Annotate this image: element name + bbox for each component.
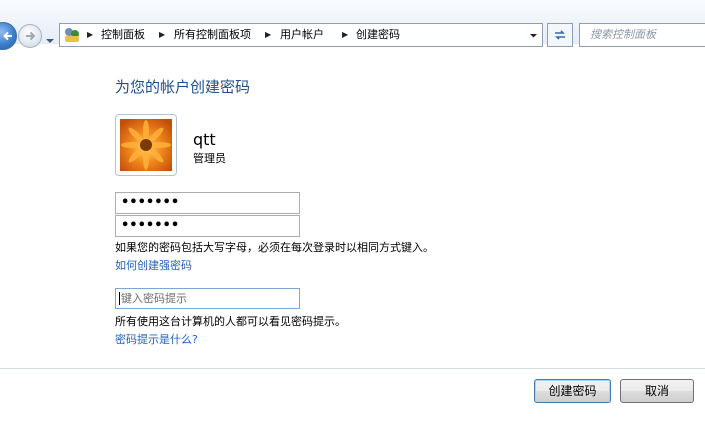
breadcrumb-separator[interactable]: ▶	[265, 24, 271, 46]
create-password-button[interactable]: 创建密码	[534, 379, 611, 403]
forward-arrow-icon	[26, 31, 36, 41]
breadcrumb-separator[interactable]: ▶	[159, 24, 165, 46]
new-password-input[interactable]: •••••••	[115, 192, 300, 214]
footer-divider	[0, 368, 705, 369]
case-sensitivity-note: 如果您的密码包括大写字母，必须在每次登录时以相同方式键入。	[115, 241, 434, 254]
breadcrumb-control-panel[interactable]: 控制面板	[101, 24, 145, 46]
control-panel-icon	[62, 25, 82, 45]
avatar	[115, 114, 177, 176]
address-bar[interactable]: ▶ 控制面板 ▶ 所有控制面板项 ▶ 用户帐户 ▶ 创建密码	[59, 23, 543, 47]
back-arrow-icon	[3, 31, 12, 41]
password-hint-input[interactable]: 键入密码提示	[115, 288, 300, 309]
history-dropdown-icon	[46, 39, 54, 43]
breadcrumb-separator: ▶	[87, 30, 94, 39]
hint-visibility-note: 所有使用这台计算机的人都可以看见密码提示。	[115, 315, 346, 328]
forward-button[interactable]	[18, 24, 42, 48]
page-title: 为您的帐户创建密码	[115, 78, 251, 96]
user-role: 管理员	[193, 152, 226, 165]
breadcrumb-create-password[interactable]: 创建密码	[356, 24, 400, 46]
search-input[interactable]: 搜索控制面板	[579, 23, 705, 47]
history-dropdown-button[interactable]	[45, 31, 55, 43]
password-hint-placeholder: 键入密码提示	[121, 292, 187, 305]
refresh-button[interactable]	[547, 23, 573, 47]
text-caret	[119, 292, 120, 305]
breadcrumb-user-accounts[interactable]: 用户帐户	[280, 24, 324, 46]
user-name: qtt	[193, 130, 216, 149]
navigation-bar: ▶ 控制面板 ▶ 所有控制面板项 ▶ 用户帐户 ▶ 创建密码 搜索控制面板	[0, 0, 705, 50]
address-dropdown-button[interactable]	[525, 24, 542, 46]
refresh-icon	[555, 30, 565, 40]
breadcrumb-separator[interactable]: ▶	[342, 24, 348, 46]
breadcrumb-all-items[interactable]: 所有控制面板项	[174, 24, 251, 46]
chevron-down-icon	[530, 33, 537, 37]
back-button[interactable]	[0, 22, 17, 50]
confirm-password-input[interactable]: •••••••	[115, 215, 300, 237]
hint-help-link[interactable]: 密码提示是什么?	[115, 331, 198, 347]
strong-password-link[interactable]: 如何创建强密码	[115, 257, 192, 273]
cancel-button[interactable]: 取消	[620, 379, 694, 403]
